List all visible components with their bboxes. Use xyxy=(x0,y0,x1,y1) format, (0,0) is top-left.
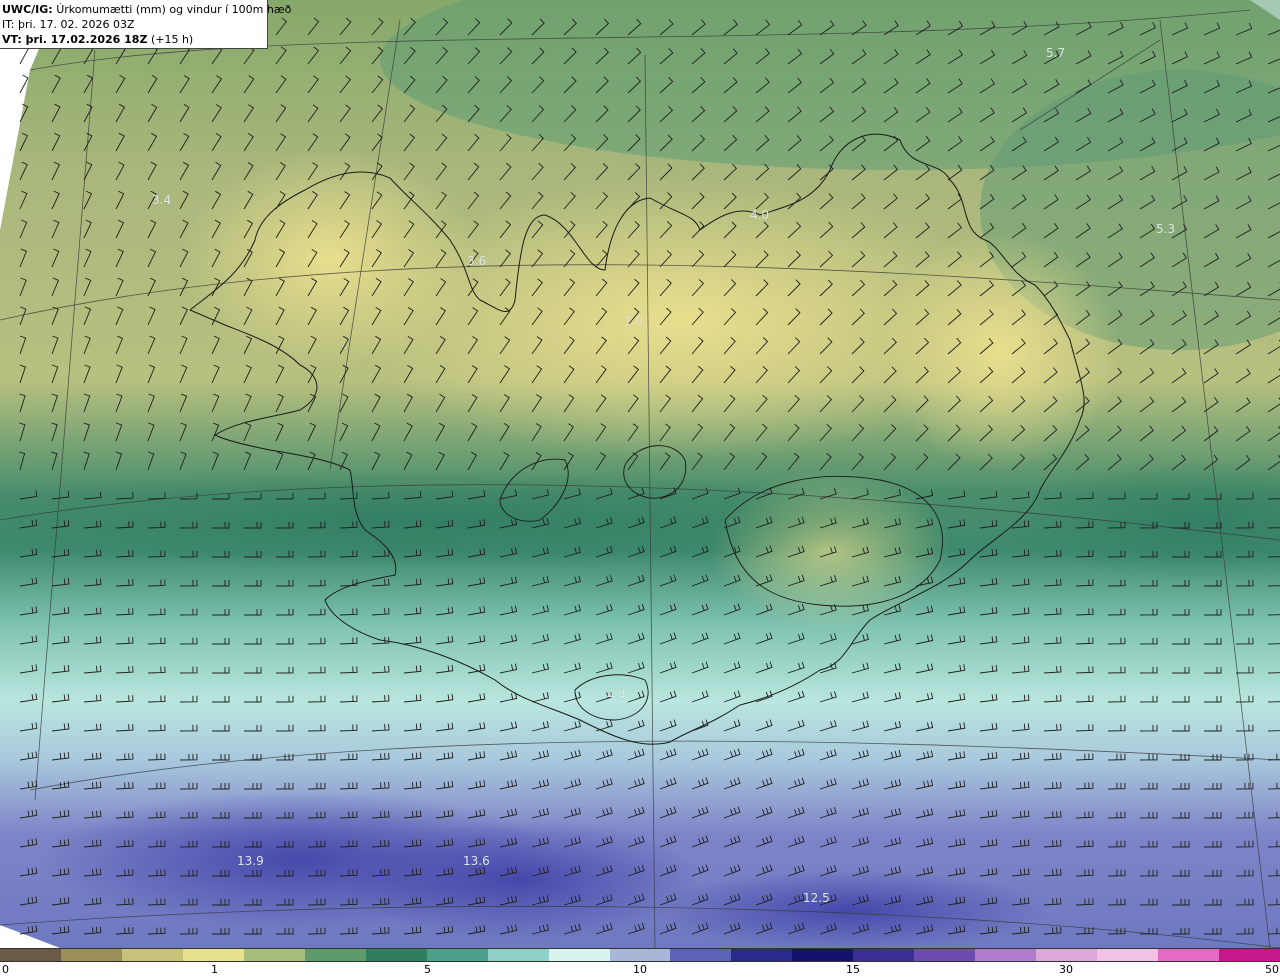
colorbar-segment xyxy=(914,949,976,961)
colorbar-segment xyxy=(1097,949,1159,961)
colorbar-tick: 50 xyxy=(1265,963,1279,976)
colorbar-segment xyxy=(731,949,793,961)
colorbar-segment xyxy=(792,949,854,961)
colorbar-segment xyxy=(609,949,671,961)
colorbar-tick: 5 xyxy=(424,963,431,976)
precipitation-wind-map xyxy=(0,0,1280,948)
colorbar-segment xyxy=(670,949,732,961)
value-label: 5.7 xyxy=(1046,46,1066,60)
model-name: UWC/IG: xyxy=(2,3,53,16)
colorbar-tick: 10 xyxy=(633,963,647,976)
forecast-offset: (+15 h) xyxy=(150,33,194,46)
colorbar-segment xyxy=(1219,949,1280,961)
colorbar-segment xyxy=(0,949,61,961)
value-label: 13.9 xyxy=(237,854,264,868)
colorbar-tick: 0 xyxy=(2,963,9,976)
colorbar-segment xyxy=(548,949,610,961)
value-label: 13.6 xyxy=(463,854,490,868)
colorbar-segment xyxy=(1158,949,1220,961)
precipitation-colorbar xyxy=(0,948,1280,962)
valid-time: VT: þri. 17.02.2026 18Z xyxy=(2,33,148,46)
colorbar-segment xyxy=(853,949,915,961)
value-label: 4.0 xyxy=(750,208,770,222)
colorbar-tick: 15 xyxy=(846,963,860,976)
colorbar-ticks: 0 1 5 10 15 30 50 xyxy=(0,962,1280,978)
colorbar-segment xyxy=(60,949,122,961)
value-label: 3.6 xyxy=(467,254,487,268)
colorbar-segment xyxy=(365,949,427,961)
value-label: 1.0 xyxy=(624,314,644,328)
colorbar-segment xyxy=(121,949,183,961)
colorbar-segment xyxy=(487,949,549,961)
value-label: 3.4 xyxy=(152,193,172,207)
colorbar-segment xyxy=(243,949,305,961)
value-label: 12.5 xyxy=(803,891,830,905)
colorbar-segment xyxy=(1036,949,1098,961)
colorbar-segment xyxy=(426,949,488,961)
colorbar-tick: 1 xyxy=(211,963,218,976)
colorbar-segment xyxy=(182,949,244,961)
colorbar-segment xyxy=(975,949,1037,961)
value-label: 4.4 xyxy=(607,688,627,702)
colorbar-tick: 30 xyxy=(1059,963,1073,976)
colorbar-segment xyxy=(304,949,366,961)
init-time: IT: þri. 17. 02. 2026 03Z xyxy=(2,18,135,31)
map-header: UWC/IG: Úrkomumætti (mm) og vindur í 100… xyxy=(0,0,291,49)
field-name: Úrkomumætti (mm) og vindur í 100m hæð xyxy=(56,3,292,16)
value-label: 5.3 xyxy=(1156,222,1176,236)
